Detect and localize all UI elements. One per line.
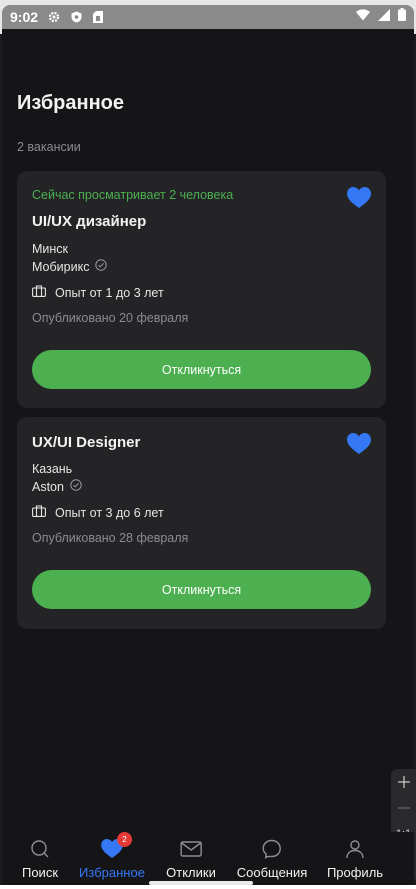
search-icon <box>29 838 51 860</box>
vacancy-card[interactable]: Сейчас просматривает 2 человека UI/UX ди… <box>17 171 386 408</box>
notification-badge: 2 <box>116 832 132 847</box>
screen-bottom-edge <box>0 885 416 889</box>
briefcase-icon <box>32 285 46 300</box>
nav-label: Отклики <box>166 865 216 880</box>
vacancy-title[interactable]: UX/UI Designer <box>32 434 140 451</box>
nav-label: Профиль <box>326 865 384 880</box>
home-indicator[interactable] <box>149 881 253 885</box>
apply-button[interactable]: Откликнуться <box>32 350 371 389</box>
vacancy-company: Aston <box>32 479 82 494</box>
vacancy-company: Мобирикс <box>32 259 108 274</box>
vacancy-city: Казань <box>32 462 73 476</box>
experience-text: Опыт от 1 до 3 лет <box>55 285 164 300</box>
company-name: Мобирикс <box>32 259 90 274</box>
heart-icon[interactable] <box>347 433 371 455</box>
nav-label: Поиск <box>21 865 59 880</box>
sim-card-icon <box>92 11 104 23</box>
nav-item-responses[interactable]: Отклики <box>166 838 216 880</box>
published-date: Опубликовано 20 февраля <box>32 311 189 325</box>
nav-label: Избранное <box>79 865 145 880</box>
envelope-icon <box>180 838 202 860</box>
briefcase-icon <box>32 505 46 520</box>
apply-button[interactable]: Откликнуться <box>32 570 371 609</box>
shield-icon <box>70 11 82 23</box>
status-time: 9:02 <box>10 9 39 25</box>
nav-item-favorites[interactable]: 2 Избранное <box>79 832 145 880</box>
signal-icon <box>378 8 390 26</box>
gear-icon <box>48 11 60 23</box>
vacancy-city: Минск <box>32 242 69 256</box>
vacancy-card[interactable]: UX/UI Designer Казань Aston Опыт от 3 до… <box>17 417 386 629</box>
nav-item-search[interactable]: Поиск <box>22 838 58 880</box>
person-icon <box>344 838 366 860</box>
heart-icon[interactable] <box>347 187 371 209</box>
nav-item-messages[interactable]: Сообщения <box>236 838 308 880</box>
wifi-icon <box>356 8 370 26</box>
chat-bubble-icon <box>261 838 283 860</box>
page-title: Избранное <box>17 92 125 114</box>
nav-label: Сообщения <box>236 865 308 880</box>
nav-item-profile[interactable]: Профиль <box>327 838 383 880</box>
vacancy-experience: Опыт от 3 до 6 лет <box>32 505 164 520</box>
verified-check-icon <box>95 259 108 274</box>
verified-check-icon <box>70 479 82 494</box>
vacancy-count: 2 вакансии <box>17 140 81 154</box>
company-name: Aston <box>32 479 64 494</box>
published-date: Опубликовано 28 февраля <box>32 531 189 545</box>
zoom-out-icon[interactable] <box>391 795 416 821</box>
vacancy-experience: Опыт от 1 до 3 лет <box>32 285 164 300</box>
viewing-now-label: Сейчас просматривает 2 человека <box>32 188 234 202</box>
zoom-in-icon[interactable] <box>391 769 416 795</box>
experience-text: Опыт от 3 до 6 лет <box>55 505 164 520</box>
vacancy-title[interactable]: UI/UX дизайнер <box>32 213 146 230</box>
battery-icon <box>398 8 406 26</box>
heart-icon: 2 <box>101 832 132 860</box>
